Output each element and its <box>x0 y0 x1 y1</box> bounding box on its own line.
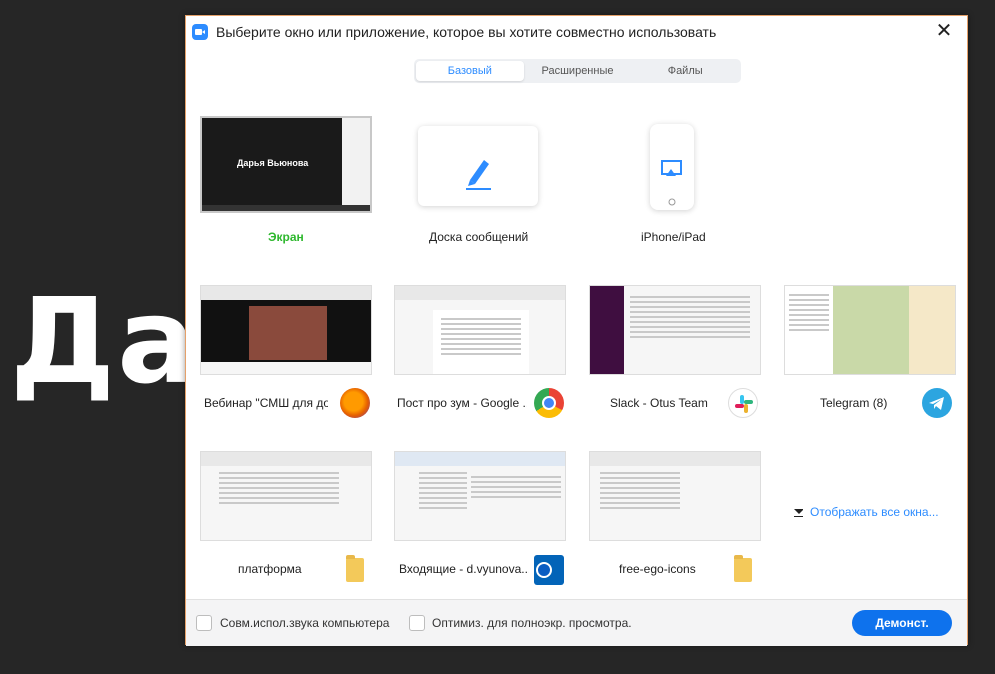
title-bar: Выберите окно или приложение, которое вы… <box>186 16 967 48</box>
window-label-telegram: Telegram (8) <box>820 396 888 410</box>
share-sound-checkbox[interactable] <box>196 615 212 631</box>
slack-icon <box>728 388 758 418</box>
outlook-o <box>536 562 552 578</box>
doc-lines <box>441 318 521 358</box>
outlook-ribbon <box>395 452 565 466</box>
window-label-platform: платформа <box>238 562 302 576</box>
screen-taskbar <box>202 205 370 211</box>
slack-messages <box>630 296 750 341</box>
zoom-camera-icon <box>192 24 208 40</box>
telegram-icon <box>922 388 952 418</box>
share-button[interactable]: Демонст. <box>852 610 952 636</box>
telegram-plane <box>929 397 944 410</box>
window-toolbar <box>201 452 371 466</box>
share-tabs: Базовый Расширенные Файлы <box>414 59 741 83</box>
doc-page <box>433 310 529 374</box>
share-dialog: Выберите окно или приложение, которое вы… <box>185 15 968 646</box>
whiteboard-label: Доска сообщений <box>429 230 529 244</box>
window-thumb-slack[interactable] <box>589 285 761 375</box>
iphone-ipad-card[interactable] <box>650 124 694 210</box>
firefox-icon <box>340 388 370 418</box>
chrome-icon <box>534 388 564 418</box>
iphone-ipad-label: iPhone/iPad <box>641 230 706 244</box>
window-thumb-outlook[interactable] <box>394 451 566 541</box>
window-label-slack: Slack - Otus Team <box>610 396 708 410</box>
window-thumb-webinar[interactable] <box>200 285 372 375</box>
window-label-webinar: Вебинар "СМШ для до... <box>204 396 328 410</box>
window-toolbar <box>590 452 760 466</box>
explorer-rows <box>600 472 680 512</box>
tab-basic[interactable]: Базовый <box>416 61 524 81</box>
explorer-rows <box>219 472 339 507</box>
folder-icon <box>346 555 364 582</box>
window-thumb-free-ego-icons[interactable] <box>589 451 761 541</box>
tab-advanced[interactable]: Расширенные <box>524 61 632 81</box>
outlook-list <box>419 472 467 512</box>
whiteboard-card[interactable] <box>418 126 538 206</box>
window-thumb-platform[interactable] <box>200 451 372 541</box>
pencil-icon <box>466 160 491 190</box>
window-toolbar <box>201 286 371 300</box>
screen-label: Экран <box>268 230 304 244</box>
close-icon[interactable]: ✕ <box>935 21 953 41</box>
outlook-reading <box>471 476 561 501</box>
telegram-chat-list <box>785 286 833 374</box>
screen-thumbnail[interactable]: Дарья Вьюнова <box>200 116 372 213</box>
telegram-chats <box>789 294 829 334</box>
video-person <box>249 306 327 360</box>
phone-airplay-icon <box>661 160 682 206</box>
dialog-title: Выберите окно или приложение, которое вы… <box>216 24 717 40</box>
window-thumb-telegram[interactable] <box>784 285 956 375</box>
show-all-icon <box>794 509 803 517</box>
tab-files[interactable]: Файлы <box>631 61 739 81</box>
folder-icon <box>734 555 752 582</box>
slack-sidebar <box>590 286 624 374</box>
telegram-chat-bg <box>833 286 909 374</box>
chrome-center <box>542 396 556 410</box>
share-sound-label: Совм.испол.звука компьютера <box>220 616 390 630</box>
window-label-outlook: Входящие - d.vyunova... <box>399 562 529 576</box>
optimize-video-label: Оптимиз. для полноэкр. просмотра. <box>432 616 632 630</box>
window-label-free-ego-icons: free-ego-icons <box>619 562 696 576</box>
window-toolbar <box>395 286 565 300</box>
slack-logo <box>735 395 753 413</box>
footer: Совм.испол.звука компьютера Оптимиз. для… <box>186 599 967 646</box>
window-thumb-google-docs[interactable] <box>394 285 566 375</box>
show-all-windows-link[interactable]: Отображать все окна... <box>810 505 939 519</box>
window-label-google-docs: Пост про зум - Google ... <box>397 396 527 410</box>
screen-thumb-name: Дарья Вьюнова <box>237 158 309 168</box>
screen-side-panel <box>342 118 370 211</box>
optimize-video-checkbox[interactable] <box>409 615 425 631</box>
telegram-sticker-panel <box>909 286 955 374</box>
outlook-icon <box>534 555 564 585</box>
